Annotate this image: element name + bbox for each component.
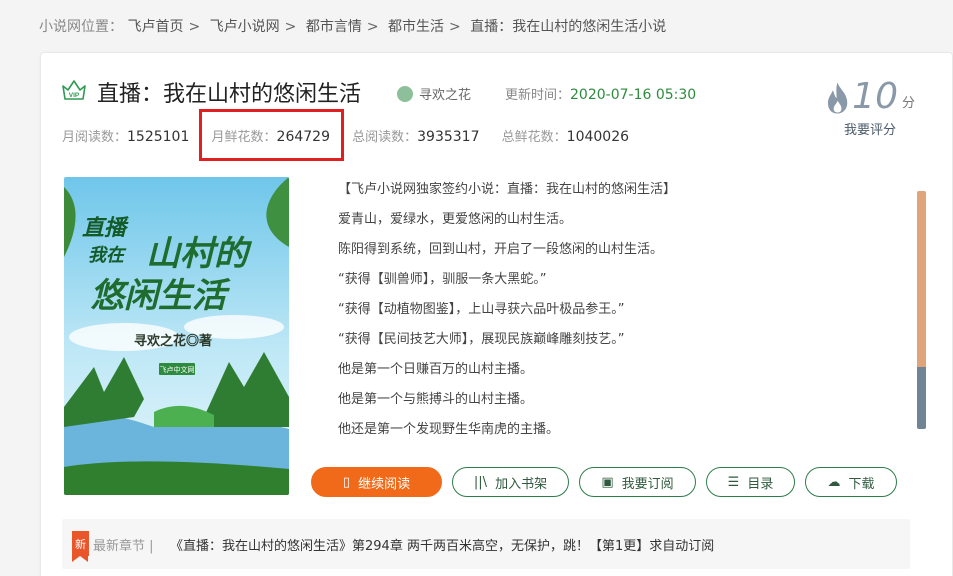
latest-chapter-bar: 新 最新章节 | 《直播：我在山村的悠闲生活》第294章 两千两百米高空，无保护… [62,519,910,569]
description-line: 他是第一个与熊搏斗的山村主播。 [338,392,534,407]
author-link[interactable]: 寻欢之花 [397,84,471,104]
stat-total-reads: 总阅读数：3935317 [352,129,480,145]
description-line: 【飞卢小说网独家签约小说：直播：我在山村的悠闲生活】 [338,182,677,197]
svg-text:寻欢之花◎著: 寻欢之花◎著 [134,333,212,348]
book-open-icon: ▯ [342,474,351,490]
svg-text:直播: 直播 [82,215,129,240]
add-to-shelf-button[interactable]: ||\ 加入书架 [452,467,569,497]
download-button[interactable]: ☁ 下载 [805,467,897,497]
breadcrumb-category[interactable]: 都市言情 [306,19,362,35]
breadcrumb-separator: > [449,19,461,35]
rate-link[interactable]: 我要评分 [825,119,915,138]
description-line: 他是第一个日赚百万的山村主播。 [338,362,534,377]
score-unit: 分 [901,96,915,111]
book-title: 直播：我在山村的悠闲生活 [97,82,362,107]
action-buttons: ▯ 继续阅读 ||\ 加入书架 ▣ 我要订阅 ☰ 目录 ☁ 下载 [311,467,907,497]
score-value: 10 [852,76,898,117]
breadcrumb-home[interactable]: 飞卢首页 [127,19,183,35]
description-line: “获得【驯兽师】，驯服一条大黑蛇。” [338,272,547,287]
svg-text:悠闲生活: 悠闲生活 [90,277,231,315]
description-line: 爱青山，爱绿水，更爱悠闲的山村生活。 [338,212,573,227]
svg-text:山村的: 山村的 [146,235,253,273]
svg-text:VIP: VIP [69,92,80,99]
update-time-label: 更新时间： [505,88,571,103]
breadcrumb: 小说网位置： 飞卢首页 > 飞卢小说网 > 都市言情 > 都市生活 > 直播：我在山村的… [39,16,666,36]
stat-total-flowers: 总鲜花数：1040026 [501,129,630,145]
scrollbar-track [917,367,926,429]
cloud-download-icon: ☁ [827,474,841,490]
book-description: 【飞卢小说网独家签约小说：直播：我在山村的悠闲生活】 爱青山，爱绿水，更爱悠闲的… [338,179,918,449]
score-panel: 10 分 我要评分 [825,79,915,138]
stats-row: 月阅读数：1525101 月鲜花数：264729 总阅读数：3935317 总鲜… [62,126,647,145]
author-name: 寻欢之花 [419,88,472,103]
flame-icon [827,82,848,114]
stat-monthly-reads: 月阅读数：1525101 [62,129,190,145]
vip-crown-icon: VIP [62,80,86,100]
latest-chapter-link[interactable]: 《直播：我在山村的悠闲生活》第294章 两千两百米高空，无保护，跳！【第1更】求… [170,535,714,554]
book-info-card: VIP 直播：我在山村的悠闲生活 寻欢之花 更新时间：2020-07-16 05… [40,52,953,576]
description-line: 他还是第一个发现野生华南虎的主播。 [338,422,560,437]
bookmark-icon: ▣ [601,474,614,490]
latest-chapter-label: 最新章节 | [93,539,154,554]
user-avatar-icon [397,85,413,102]
svg-text:飞卢中文网: 飞卢中文网 [160,365,195,374]
bookshelf-icon: ||\ [473,474,488,490]
continue-reading-button[interactable]: ▯ 继续阅读 [311,467,442,497]
breadcrumb-book[interactable]: 直播：我在山村的悠闲生活小说 [470,19,666,35]
breadcrumb-site[interactable]: 飞卢小说网 [210,19,280,35]
breadcrumb-separator: > [284,19,297,35]
list-icon: ☰ [727,474,740,490]
update-time: 更新时间：2020-07-16 05:30 [505,84,696,103]
subscribe-button[interactable]: ▣ 我要订阅 [579,467,696,497]
new-tag-icon: 新 [72,531,89,562]
description-line: 陈阳得到系统，回到山村，开启了一段悠闲的山村生活。 [338,242,664,257]
breadcrumb-separator: > [188,19,201,35]
breadcrumb-separator: > [366,19,379,35]
breadcrumb-subcategory[interactable]: 都市生活 [388,19,444,35]
svg-text:我在: 我在 [88,245,127,265]
breadcrumb-label: 小说网位置： [39,19,123,35]
toc-button[interactable]: ☰ 目录 [706,467,795,497]
update-time-value: 2020-07-16 05:30 [570,87,697,103]
description-scrollbar[interactable] [917,191,926,429]
description-line: “获得【民间技艺大师】，展现民族巅峰雕刻技艺。” [338,332,625,347]
book-cover-image[interactable]: 直播 我在 山村的 悠闲生活 寻欢之花◎著 飞卢中文网 [64,177,289,495]
scrollbar-thumb[interactable] [917,191,926,367]
description-line: “获得【动植物图鉴】，上山寻获六品叶极品参王。” [338,302,625,317]
red-annotation-box [199,109,344,161]
